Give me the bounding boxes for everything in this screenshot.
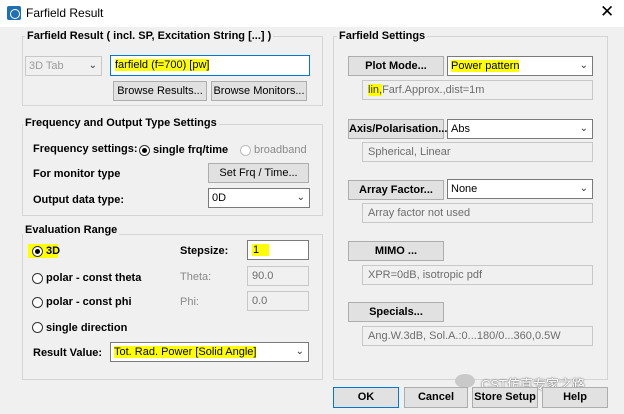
farfield-settings-title: Farfield Settings	[337, 30, 428, 42]
farfield-name-value: farfield (f=700) [pw]	[115, 59, 210, 71]
mimo-info: XPR=0dB, isotropic pdf	[362, 265, 593, 285]
chevron-down-icon: ⌄	[88, 60, 97, 71]
window-title: Farfield Result	[26, 6, 104, 20]
array-factor-button[interactable]: Array Factor...	[348, 180, 444, 200]
radio-polar-phi[interactable]	[32, 297, 43, 308]
theta-label: Theta:	[180, 271, 212, 283]
store-setup-button[interactable]: Store Setup	[472, 387, 538, 408]
radio-single-direction[interactable]	[32, 322, 43, 333]
label-polar-theta: polar - const theta	[46, 272, 142, 284]
array-factor-value: None	[451, 183, 478, 195]
single-frq-radio[interactable]	[139, 145, 150, 156]
plot-mode-info-rest: Farf.Approx.,dist=1m	[382, 84, 485, 96]
cancel-button[interactable]: Cancel	[404, 387, 468, 408]
close-icon[interactable]: ✕	[600, 2, 614, 22]
frequency-settings-label: Frequency settings:	[33, 143, 138, 155]
plot-mode-value: Power pattern	[451, 60, 520, 72]
title-bar: Farfield Result ✕	[0, 0, 624, 27]
chevron-down-icon: ⌄	[579, 183, 588, 194]
farfield-result-group-title: Farfield Result ( incl. SP, Excitation S…	[25, 30, 274, 42]
output-data-type-label: Output data type:	[33, 194, 125, 206]
chevron-down-icon: ⌄	[296, 192, 305, 203]
wechat-icon	[455, 374, 475, 388]
label-3d: 3D	[46, 245, 61, 257]
evaluation-range-title: Evaluation Range	[23, 224, 120, 236]
chevron-down-icon: ⌄	[579, 60, 588, 71]
tab-select-value: 3D Tab	[29, 60, 64, 72]
farfield-result-dialog: Farfield Result ✕ Farfield Result ( incl…	[0, 0, 624, 414]
broadband-radio	[240, 145, 251, 156]
axis-polarisation-value: Abs	[451, 123, 470, 135]
farfield-name-input[interactable]: farfield (f=700) [pw]	[110, 55, 310, 76]
tab-select: 3D Tab ⌄	[25, 56, 102, 76]
chevron-down-icon: ⌄	[295, 346, 304, 357]
browse-results-button[interactable]: Browse Results...	[113, 81, 207, 101]
plot-mode-info: lin,Farf.Approx.,dist=1m	[362, 80, 593, 100]
stepsize-input[interactable]: 1	[247, 240, 309, 260]
result-value-select[interactable]: Tot. Rad. Power [Solid Angle] ⌄	[110, 342, 309, 362]
axis-info: Spherical, Linear	[362, 142, 593, 162]
broadband-label: broadband	[254, 144, 307, 156]
monitor-type-label: For monitor type	[33, 168, 121, 180]
frequency-group-title: Frequency and Output Type Settings	[23, 117, 219, 129]
single-frq-label: single frq/time	[153, 144, 229, 156]
output-data-type-select[interactable]: 0D ⌄	[208, 188, 310, 208]
set-frq-time-button[interactable]: Set Frq / Time...	[208, 163, 309, 183]
plot-mode-button[interactable]: Plot Mode...	[348, 56, 444, 76]
output-data-type-value: 0D	[212, 192, 227, 204]
theta-input: 90.0	[247, 266, 309, 286]
label-polar-phi: polar - const phi	[46, 296, 132, 308]
specials-info: Ang.W.3dB, Sol.A.:0...180/0...360,0.5W	[362, 326, 593, 346]
plot-mode-select[interactable]: Power pattern ⌄	[447, 56, 593, 76]
result-value-label: Result Value:	[33, 347, 103, 359]
phi-label: Phi:	[180, 296, 199, 308]
stepsize-value: 1	[252, 244, 270, 256]
stepsize-label: Stepsize:	[180, 245, 229, 257]
ok-button[interactable]: OK	[333, 387, 399, 408]
phi-input: 0.0	[247, 291, 309, 311]
array-factor-select[interactable]: None ⌄	[447, 179, 593, 199]
array-factor-info: Array factor not used	[362, 203, 593, 223]
radio-3d[interactable]	[32, 246, 43, 257]
browse-monitors-button[interactable]: Browse Monitors...	[211, 81, 307, 101]
app-icon	[7, 6, 21, 20]
result-value-value: Tot. Rad. Power [Solid Angle]	[114, 346, 257, 358]
radio-polar-theta[interactable]	[32, 273, 43, 284]
mimo-button[interactable]: MIMO ...	[348, 241, 444, 261]
label-single-direction: single direction	[46, 322, 128, 334]
axis-polarisation-select[interactable]: Abs ⌄	[447, 119, 593, 139]
axis-polarisation-button[interactable]: Axis/Polarisation...	[348, 119, 447, 139]
chevron-down-icon: ⌄	[579, 123, 588, 134]
plot-mode-info-highlight: lin,	[368, 84, 383, 96]
help-button[interactable]: Help	[542, 387, 608, 408]
specials-button[interactable]: Specials...	[348, 302, 444, 322]
